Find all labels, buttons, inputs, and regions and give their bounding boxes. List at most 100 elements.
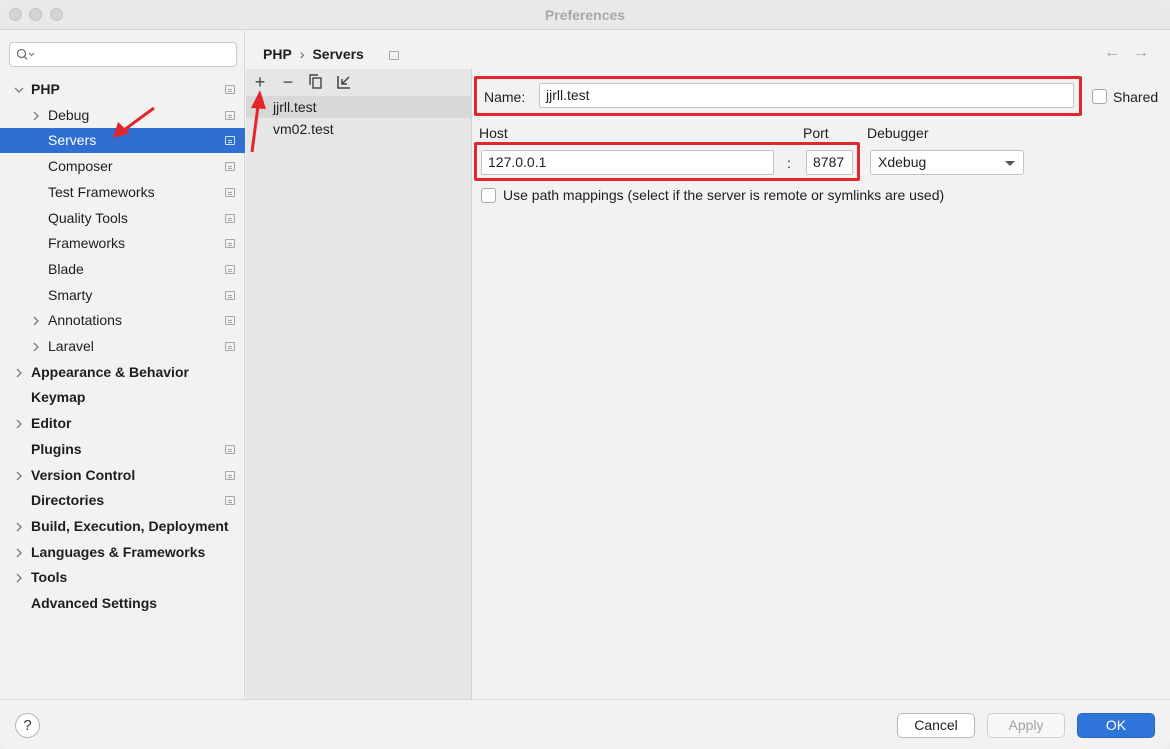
remove-server-button[interactable]: − [279,73,297,91]
debugger-select[interactable]: Xdebug [870,150,1024,175]
breadcrumb-parent[interactable]: PHP [263,46,292,62]
sidebar-item-label: Annotations [48,312,122,328]
title-bar: Preferences [0,0,1170,30]
apply-button[interactable]: Apply [987,713,1065,738]
sidebar-item-label: Smarty [48,287,93,303]
chevron-right-icon[interactable] [31,342,41,352]
sidebar-item-label: Version Control [31,467,136,483]
sidebar-item[interactable]: Languages & Frameworks [0,540,245,565]
sidebar-item[interactable]: Smarty [0,283,245,308]
port-separator: : [787,155,791,171]
project-level-icon [225,265,235,274]
chevron-right-icon[interactable] [14,471,24,481]
sidebar-item[interactable]: Debug [0,103,245,128]
project-level-icon [225,445,235,454]
sidebar-item-label: Languages & Frameworks [31,544,206,560]
chevron-right-icon[interactable] [31,316,41,326]
sidebar-item-label: Tools [31,569,68,585]
port-field[interactable]: 8787 [806,150,853,175]
sidebar-item[interactable]: Frameworks [0,231,245,256]
sidebar-item-label: Editor [31,415,72,431]
breadcrumb-separator: › [299,46,305,62]
project-level-icon [225,342,235,351]
debugger-label: Debugger [867,125,929,141]
chevron-down-icon [1005,161,1015,166]
project-level-icon [225,188,235,197]
copy-icon[interactable] [307,74,325,90]
project-level-icon [225,111,235,120]
host-label: Host [479,125,508,141]
chevron-down-icon[interactable] [14,85,24,95]
project-level-icon [225,291,235,300]
search-input[interactable] [9,42,237,67]
port-label: Port [803,125,829,141]
sidebar-item-label: Servers [48,132,97,148]
sidebar-item-label: Laravel [48,338,94,354]
chevron-right-icon[interactable] [31,111,41,121]
chevron-right-icon[interactable] [14,573,24,583]
sidebar-item[interactable]: Annotations [0,308,245,333]
server-name-field[interactable]: jjrll.test [539,83,1074,108]
shared-checkbox[interactable] [1092,89,1107,104]
chevron-right-icon[interactable] [14,368,24,378]
sidebar-item-label: Plugins [31,441,82,457]
sidebar-item[interactable]: Version Control [0,463,245,488]
server-list-item[interactable]: vm02.test [246,118,472,140]
back-arrow-icon[interactable]: ← [1104,44,1120,62]
project-level-icon [225,214,235,223]
sidebar-item[interactable]: Keymap [0,385,245,410]
sidebar-item-label: Advanced Settings [31,595,158,611]
sidebar-item[interactable]: PHP [0,77,245,102]
import-icon[interactable] [335,74,353,90]
project-level-icon [225,85,235,94]
sidebar-item[interactable]: Blade [0,257,245,282]
sidebar-item[interactable]: Test Frameworks [0,180,245,205]
sidebar-item[interactable]: Directories [0,488,245,513]
ok-button[interactable]: OK [1077,713,1155,738]
project-level-icon [225,496,235,505]
forward-arrow-icon[interactable]: → [1133,44,1149,62]
server-list-item[interactable]: jjrll.test [246,96,472,118]
sidebar-item[interactable]: Appearance & Behavior [0,360,245,385]
settings-sidebar: PHP Debug Servers Composer Test Frameworks Qu… [0,31,245,699]
sidebar-item[interactable]: Build, Execution, Deployment [0,514,245,539]
sidebar-item-label: Appearance & Behavior [31,364,189,380]
chevron-right-icon[interactable] [14,419,24,429]
sidebar-item-label: Frameworks [48,235,126,251]
add-server-button[interactable]: + [251,73,269,91]
project-level-icon [389,51,399,60]
project-level-icon [225,316,235,325]
project-level-icon [225,471,235,480]
sidebar-item-label: Keymap [31,389,86,405]
sidebar-item-label: Build, Execution, Deployment [31,518,229,534]
sidebar-item-label: Blade [48,261,84,277]
sidebar-item[interactable]: Laravel [0,334,245,359]
path-mappings-checkbox[interactable] [481,188,496,203]
server-list-panel [246,69,472,699]
path-mappings-label: Use path mappings (select if the server … [503,187,945,203]
sidebar-item[interactable]: Composer [0,154,245,179]
sidebar-item[interactable]: Editor [0,411,245,436]
project-level-icon [225,239,235,248]
sidebar-item-label: Debug [48,107,90,123]
chevron-right-icon[interactable] [14,548,24,558]
sidebar-item[interactable]: Advanced Settings [0,591,245,616]
dialog-footer: ? Cancel Apply OK [0,699,1170,749]
sidebar-item-label: Composer [48,158,113,174]
sidebar-item[interactable]: Quality Tools [0,206,245,231]
sidebar-item-label: Directories [31,492,105,508]
debugger-select-value: Xdebug [878,154,927,170]
cancel-button[interactable]: Cancel [897,713,975,738]
search-icon [16,48,35,60]
sidebar-item[interactable]: Plugins [0,437,245,462]
help-button[interactable]: ? [15,713,40,738]
host-field[interactable]: 127.0.0.1 [481,150,774,175]
chevron-right-icon[interactable] [14,522,24,532]
window-title: Preferences [544,7,626,23]
sidebar-item[interactable]: Servers [0,128,245,153]
name-label: Name: [484,89,526,105]
sidebar-item-label: Quality Tools [48,210,128,226]
breadcrumb-current: Servers [312,46,364,62]
preferences-window: Preferences PHP Debug Servers Composer Test … [0,0,1170,749]
sidebar-item[interactable]: Tools [0,565,245,590]
